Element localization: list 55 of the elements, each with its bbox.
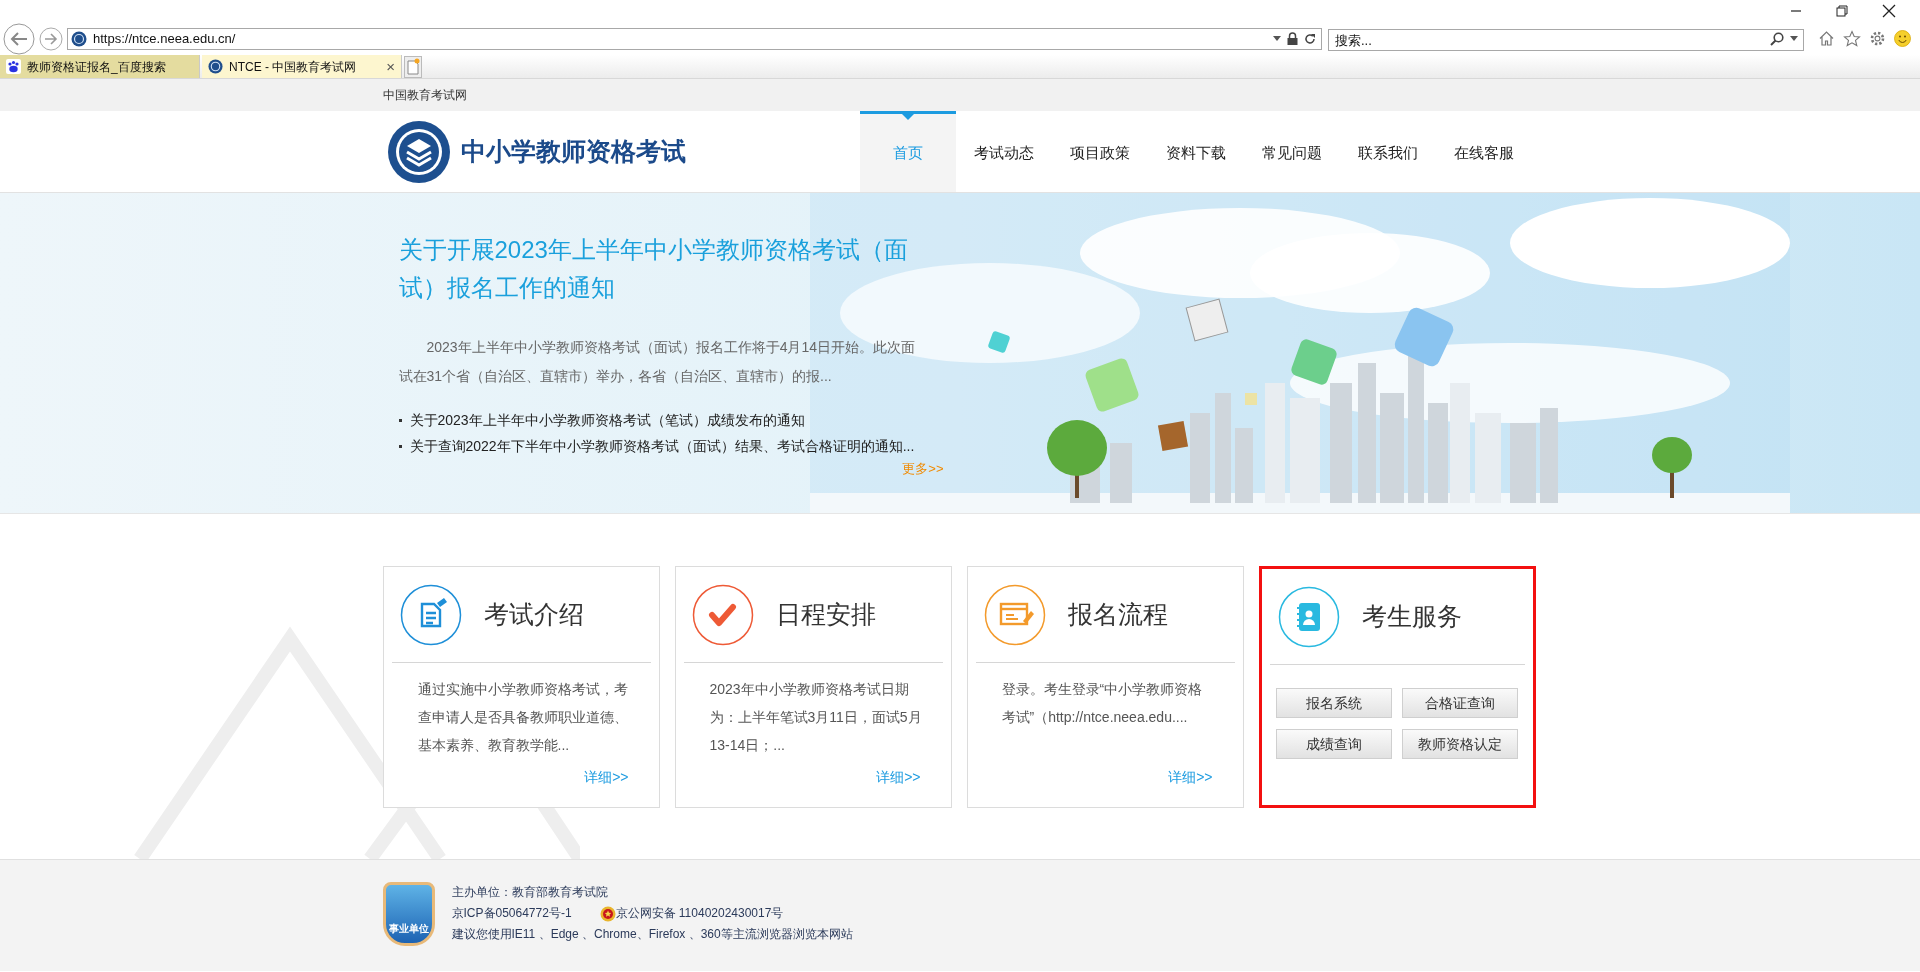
dropdown-caret-icon[interactable] — [1790, 36, 1798, 41]
portal-link[interactable]: 中国教育考试网 — [382, 86, 467, 104]
forward-button[interactable] — [39, 26, 63, 51]
bullet-icon — [398, 444, 402, 448]
card-description: 登录。考生登录“中小学教师资格考试”（http://ntce.neea.edu.... — [1001, 680, 1204, 727]
card-title: 考生服务 — [1361, 600, 1462, 632]
card-description: 2023年中小学教师资格考试日期为：上半年笔试3月11日，面试5月13-14日；... — [709, 680, 923, 755]
browser-tab[interactable]: 教师资格证报名_百度搜索 — [0, 55, 200, 78]
smiley-icon[interactable] — [1894, 30, 1911, 47]
site-favicon-icon — [208, 59, 223, 74]
lock-icon — [1287, 32, 1298, 45]
search-icon[interactable] — [1770, 31, 1784, 46]
service-button[interactable]: 报名系统 — [1276, 688, 1392, 718]
site-title: 中小学教师资格考试 — [460, 135, 686, 167]
site-favicon-icon — [71, 30, 87, 47]
icp-link[interactable]: 京ICP备05064772号-1 — [451, 903, 600, 924]
refresh-icon[interactable] — [1304, 32, 1316, 45]
address-bar[interactable]: https://ntce.neea.edu.cn/ — [67, 27, 1322, 50]
address-text: https://ntce.neea.edu.cn/ — [93, 29, 237, 48]
service-button[interactable]: 教师资格认定 — [1402, 729, 1518, 759]
nav-tab[interactable]: 考试动态 — [955, 111, 1052, 192]
restore-button[interactable] — [1836, 5, 1848, 17]
nav-tab[interactable]: 项目政策 — [1051, 111, 1148, 192]
nav-tab[interactable]: 资料下载 — [1147, 111, 1244, 192]
card-title: 日程安排 — [775, 598, 876, 630]
card-title: 报名流程 — [1067, 598, 1168, 630]
service-button[interactable]: 成绩查询 — [1276, 729, 1392, 759]
browser-tab[interactable]: NTCE - 中国教育考试网 × — [202, 55, 402, 78]
news-summary: 2023年上半年中小学教师资格考试（面试）报名工作将于4月14日开始。此次面试在31个省（自治区、直辖市）举办，各省（自治区、直辖市）的报... — [398, 338, 916, 386]
back-button[interactable] — [3, 22, 35, 55]
settings-icon[interactable] — [1869, 30, 1886, 47]
bullet-icon — [398, 418, 402, 422]
nav-tab[interactable]: 联系我们 — [1339, 111, 1436, 192]
card-description: 通过实施中小学教师资格考试，考查申请人是否具备教师职业道德、基本素养、教育教学能... — [417, 680, 629, 755]
sponsor-text: 主办单位：教育部教育考试院 — [451, 884, 609, 901]
close-tab-button[interactable]: × — [386, 59, 395, 74]
police-emblem-icon — [599, 905, 616, 922]
close-button[interactable] — [1882, 4, 1896, 18]
service-button[interactable]: 合格证查询 — [1402, 688, 1518, 718]
news-link[interactable]: 关于2023年上半年中小学教师资格考试（笔试）成绩发布的通知 — [409, 409, 805, 431]
tab-title: NTCE - 中国教育考试网 — [229, 58, 358, 76]
card-title: 考试介绍 — [483, 598, 584, 630]
site-logo-icon — [386, 119, 451, 184]
badge-label: 事业单位 — [388, 924, 429, 934]
star-icon[interactable] — [1843, 29, 1861, 48]
news-link[interactable]: 关于查询2022年下半年中小学教师资格考试（面试）结果、考试合格证明的通知... — [409, 435, 915, 457]
dropdown-caret-icon[interactable] — [1273, 36, 1281, 41]
browser-notice: 建议您使用IE11 、Edge 、Chrome、Firefox 、360等主流浏览器浏览本网站 — [451, 926, 853, 943]
nav-tab[interactable]: 常见问题 — [1243, 111, 1340, 192]
home-icon[interactable] — [1818, 30, 1835, 47]
police-record-link[interactable]: 京公网安备 11040202430017号 — [615, 903, 784, 924]
paw-favicon-icon — [6, 59, 21, 74]
nav-tab[interactable]: 在线客服 — [1435, 111, 1532, 192]
search-field[interactable]: 搜索... — [1328, 29, 1804, 51]
tab-title: 教师资格证报名_百度搜索 — [27, 58, 167, 76]
